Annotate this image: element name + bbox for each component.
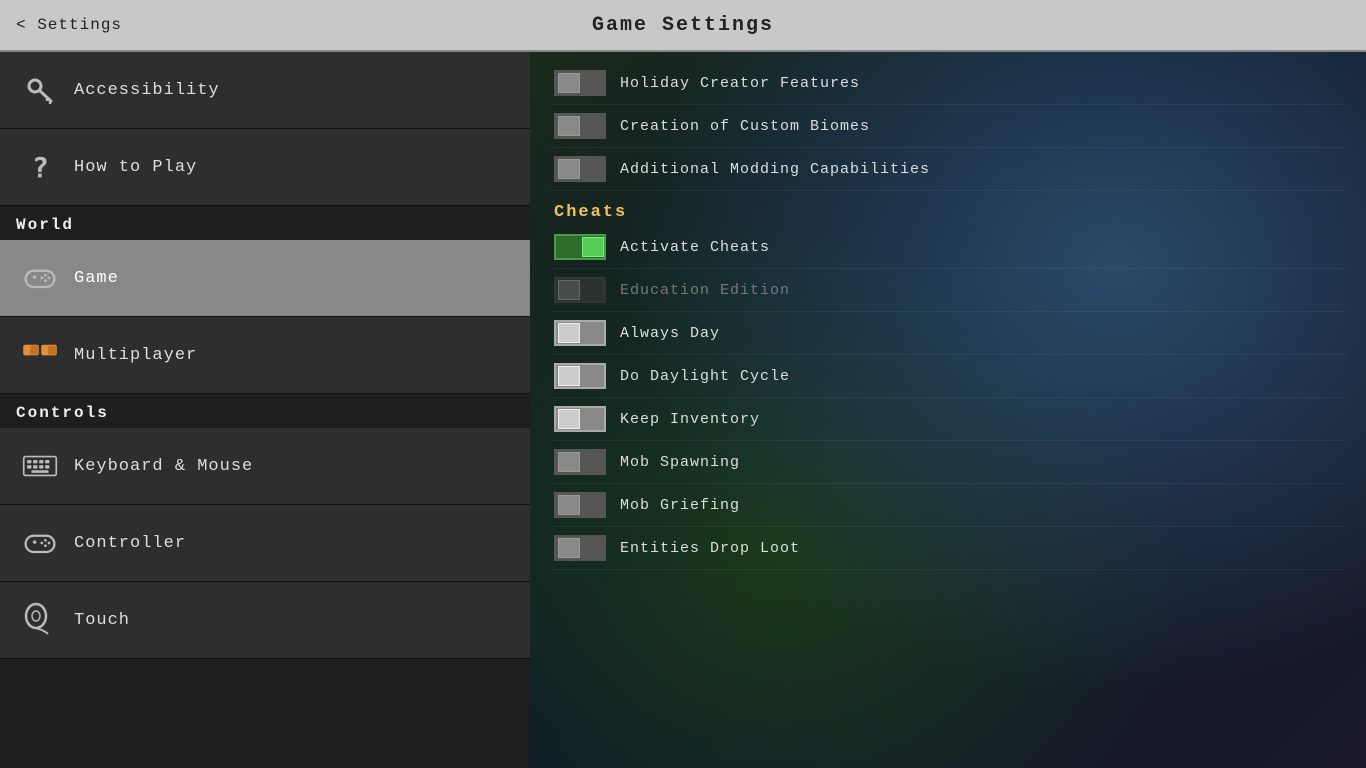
section-controls-header: Controls xyxy=(0,394,530,428)
content-area: Holiday Creator Features Creation of Cus… xyxy=(530,52,1366,768)
education-edition-toggle[interactable] xyxy=(554,277,606,303)
setting-label: Creation of Custom Biomes xyxy=(620,118,870,135)
setting-row: Keep Inventory xyxy=(550,398,1346,441)
setting-label: Always Day xyxy=(620,325,720,342)
activate-cheats-toggle[interactable] xyxy=(554,234,606,260)
cheats-section-title: Cheats xyxy=(550,191,1346,226)
header: < Settings Game Settings xyxy=(0,0,1366,52)
setting-row: Mob Griefing xyxy=(550,484,1346,527)
sidebar-item-keyboard-mouse[interactable]: Keyboard & Mouse xyxy=(0,428,530,505)
players-icon xyxy=(20,335,60,375)
keep-inventory-toggle[interactable] xyxy=(554,406,606,432)
sidebar-item-how-to-play[interactable]: ? How to Play xyxy=(0,129,530,206)
mob-griefing-toggle[interactable] xyxy=(554,492,606,518)
controller-icon xyxy=(20,258,60,298)
sidebar-item-label: Accessibility xyxy=(74,81,220,100)
setting-label: Do Daylight Cycle xyxy=(620,368,790,385)
sidebar-item-controller[interactable]: Controller xyxy=(0,505,530,582)
sidebar-item-label: Keyboard & Mouse xyxy=(74,457,253,476)
section-world-header: World xyxy=(0,206,530,240)
setting-row: Holiday Creator Features xyxy=(550,62,1346,105)
svg-text:?: ? xyxy=(32,151,50,184)
setting-label: Holiday Creator Features xyxy=(620,75,860,92)
main-layout: Accessibility ? How to Play World xyxy=(0,52,1366,768)
page-title: Game Settings xyxy=(592,14,774,37)
entities-drop-loot-toggle[interactable] xyxy=(554,535,606,561)
back-button[interactable]: < Settings xyxy=(16,16,122,34)
daylight-cycle-toggle[interactable] xyxy=(554,363,606,389)
top-settings-list: Holiday Creator Features Creation of Cus… xyxy=(550,62,1346,191)
always-day-toggle[interactable] xyxy=(554,320,606,346)
setting-label: Mob Griefing xyxy=(620,497,740,514)
question-icon: ? xyxy=(20,147,60,187)
sidebar-item-label: How to Play xyxy=(74,158,197,177)
sidebar-item-accessibility[interactable]: Accessibility xyxy=(0,52,530,129)
sidebar-item-multiplayer[interactable]: Multiplayer xyxy=(0,317,530,394)
modding-capabilities-toggle[interactable] xyxy=(554,156,606,182)
key-icon xyxy=(20,70,60,110)
setting-label: Mob Spawning xyxy=(620,454,740,471)
setting-label: Activate Cheats xyxy=(620,239,770,256)
sidebar-item-label: Controller xyxy=(74,534,186,553)
sidebar-item-touch[interactable]: Touch xyxy=(0,582,530,659)
setting-label: Education Edition xyxy=(620,282,790,299)
setting-row: Education Edition xyxy=(550,269,1346,312)
setting-row: Additional Modding Capabilities xyxy=(550,148,1346,191)
setting-row: Mob Spawning xyxy=(550,441,1346,484)
setting-row: Always Day xyxy=(550,312,1346,355)
sidebar: Accessibility ? How to Play World xyxy=(0,52,530,768)
setting-label: Keep Inventory xyxy=(620,411,760,428)
setting-row: Do Daylight Cycle xyxy=(550,355,1346,398)
setting-row: Creation of Custom Biomes xyxy=(550,105,1346,148)
holiday-creator-toggle[interactable] xyxy=(554,70,606,96)
keyboard-icon xyxy=(20,446,60,486)
sidebar-item-label: Game xyxy=(74,269,119,288)
setting-label: Entities Drop Loot xyxy=(620,540,800,557)
mob-spawning-toggle[interactable] xyxy=(554,449,606,475)
touch-icon xyxy=(20,600,60,640)
custom-biomes-toggle[interactable] xyxy=(554,113,606,139)
gamepad-icon xyxy=(20,523,60,563)
sidebar-item-label: Multiplayer xyxy=(74,346,197,365)
setting-row: Entities Drop Loot xyxy=(550,527,1346,570)
sidebar-item-game[interactable]: Game xyxy=(0,240,530,317)
sidebar-item-label: Touch xyxy=(74,611,130,630)
setting-label: Additional Modding Capabilities xyxy=(620,161,930,178)
setting-row: Activate Cheats xyxy=(550,226,1346,269)
